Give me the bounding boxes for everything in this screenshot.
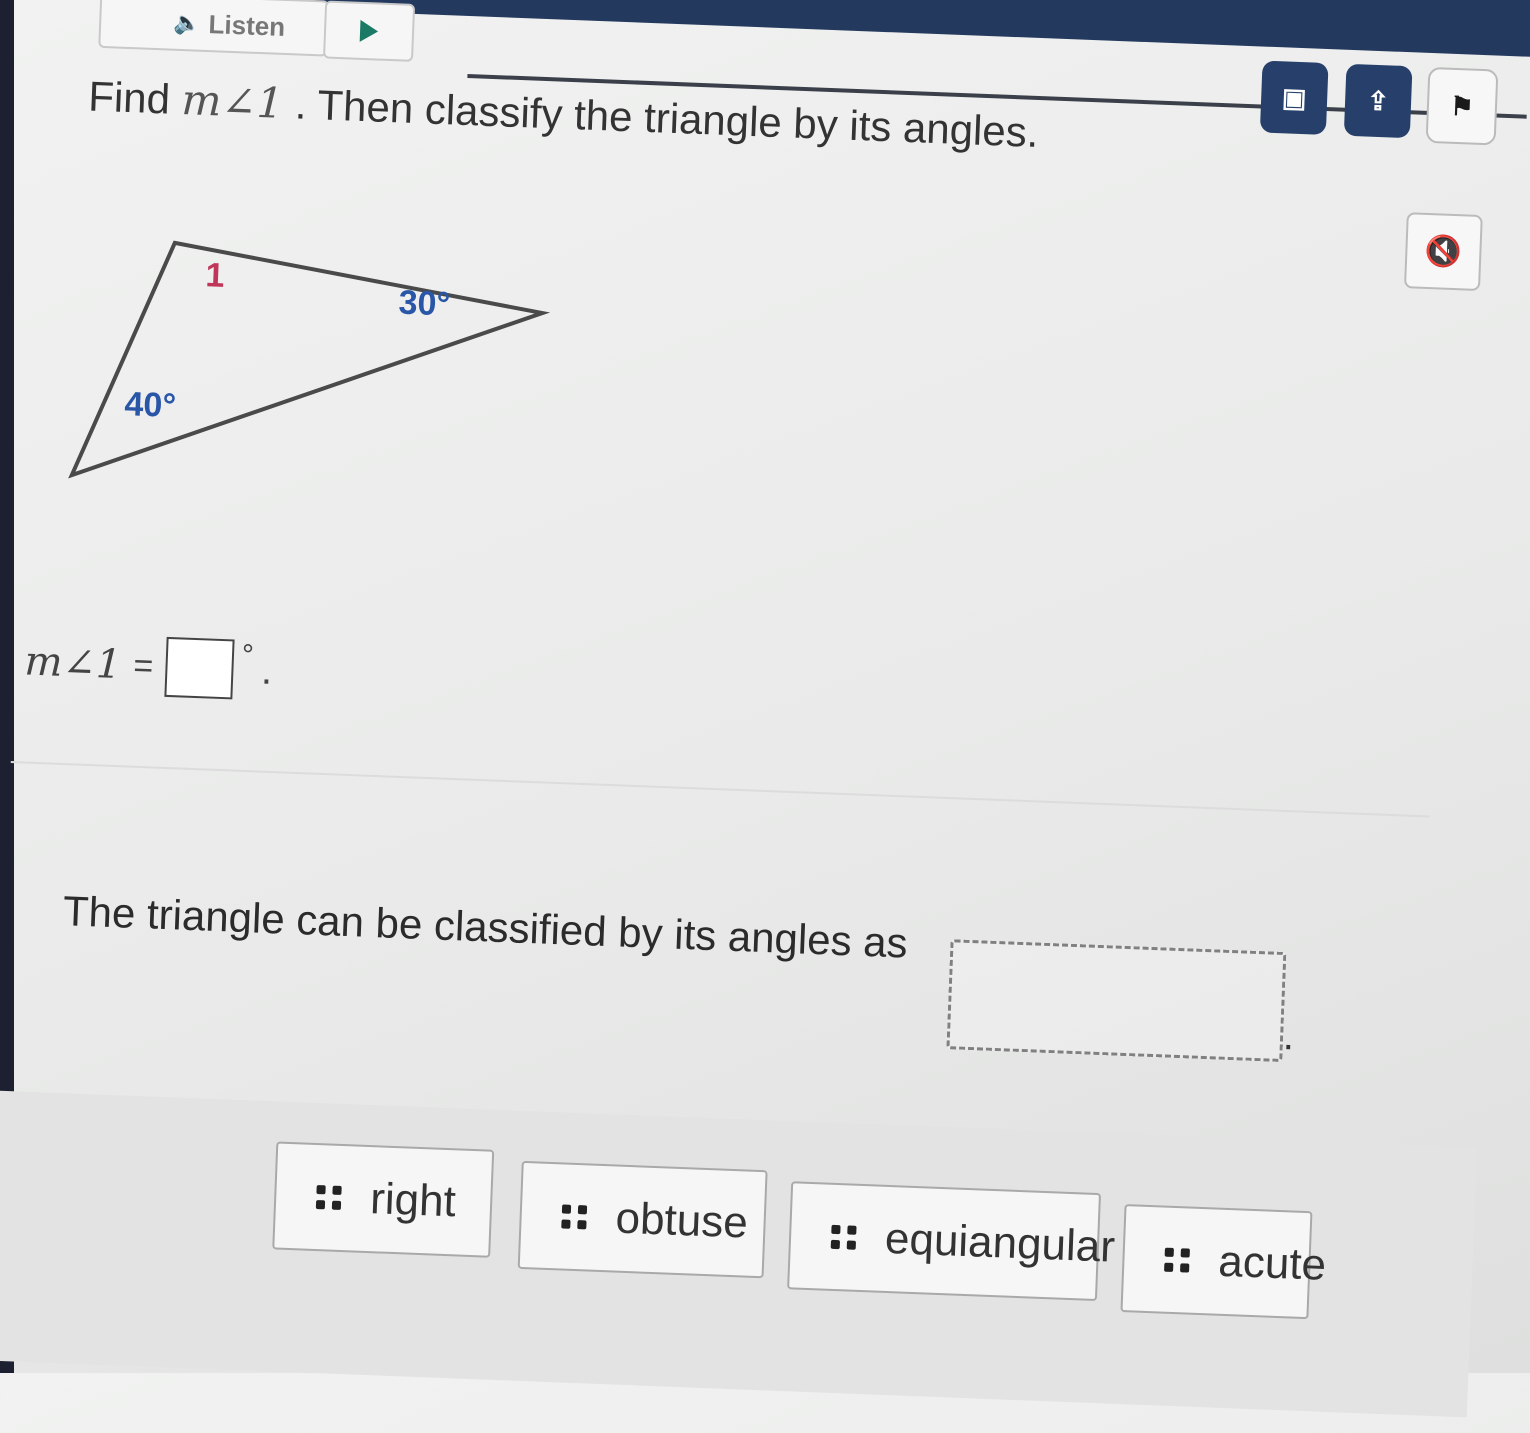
angle-answer-input[interactable] <box>164 636 235 700</box>
choice-label: obtuse <box>614 1193 749 1248</box>
choice-label: acute <box>1217 1236 1327 1290</box>
question-panel: 🔈 Listen ▣ ⇪ ⚑ 🔇 Find m∠1 . Then classif… <box>0 0 1530 1431</box>
upload-icon: ⇪ <box>1366 85 1390 116</box>
triangle-shape <box>68 240 551 479</box>
prompt-math: m∠1 <box>180 75 285 128</box>
flag-button[interactable]: ⚑ <box>1425 66 1499 146</box>
header-bar <box>299 0 1530 60</box>
drag-handle-icon[interactable] <box>1164 1247 1191 1273</box>
prompt-prefix: Find <box>87 72 171 123</box>
equals-sign: = <box>132 646 155 685</box>
drag-handle-icon[interactable] <box>830 1224 858 1250</box>
choice-right[interactable]: right <box>272 1141 495 1258</box>
classify-sentence: The triangle can be classified by its an… <box>62 887 909 967</box>
play-button[interactable] <box>322 0 416 62</box>
speaker-muted-icon: 🔇 <box>1424 234 1463 269</box>
choice-acute[interactable]: acute <box>1120 1204 1327 1320</box>
classification-drop-zone[interactable] <box>946 939 1287 1063</box>
listen-label: Listen <box>208 8 286 42</box>
calculator-icon: ▣ <box>1281 81 1308 113</box>
play-icon <box>359 19 379 43</box>
classify-period: . <box>1282 1014 1296 1059</box>
choice-label: equiangular <box>884 1213 1116 1272</box>
choice-label: right <box>369 1174 457 1227</box>
calculator-button[interactable]: ▣ <box>1259 60 1329 135</box>
drag-handle-icon[interactable] <box>315 1185 343 1210</box>
angle-30-label: 30° <box>397 283 451 324</box>
equation-period: . <box>260 648 274 693</box>
angle-equation: m∠1 = ° . <box>23 631 273 700</box>
degree-symbol: ° <box>241 638 255 673</box>
drag-handle-icon[interactable] <box>561 1204 588 1230</box>
choice-obtuse[interactable]: obtuse <box>517 1160 768 1279</box>
question-prompt: Find m∠1 . Then classify the triangle by… <box>87 71 1039 156</box>
listen-button[interactable]: 🔈 Listen <box>98 0 330 57</box>
section-divider <box>10 760 1430 818</box>
equation-lhs: m∠1 <box>23 638 123 689</box>
angle-40-label: 40° <box>123 385 177 426</box>
speaker-icon: 🔈 <box>172 9 202 36</box>
triangle-figure <box>65 199 556 502</box>
mute-button[interactable]: 🔇 <box>1403 212 1483 292</box>
upload-button[interactable]: ⇪ <box>1343 63 1413 139</box>
flag-icon: ⚑ <box>1449 90 1475 122</box>
angle-1-label: 1 <box>204 256 226 295</box>
choice-equiangular[interactable]: equiangular <box>787 1181 1116 1302</box>
